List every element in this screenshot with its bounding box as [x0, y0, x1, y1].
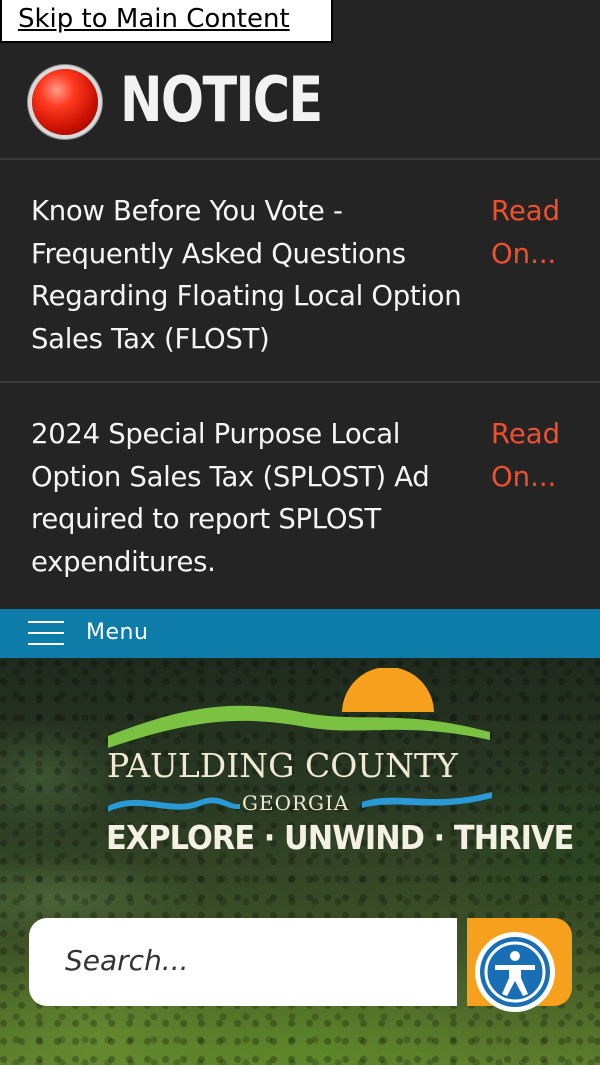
skip-to-main-content-link[interactable]: Skip to Main Content	[0, 0, 333, 43]
red-alert-dot-icon	[32, 69, 98, 135]
notice-item[interactable]: 2024 Special Purpose Local Option Sales …	[0, 385, 600, 609]
paulding-county-logo[interactable]: PAULDING COUNTY GEORGIA EXPLORE · UNWIND…	[100, 668, 574, 863]
menu-toggle-bar[interactable]: Menu	[0, 609, 600, 658]
notice-item[interactable]: Know Before You Vote - Frequently Asked …	[0, 162, 600, 383]
notice-item-text[interactable]: Know Before You Vote - Frequently Asked …	[31, 190, 483, 360]
search-input[interactable]	[65, 944, 445, 977]
accessibility-button[interactable]	[467, 918, 572, 1012]
notice-item-text[interactable]: 2024 Special Purpose Local Option Sales …	[31, 413, 483, 583]
logo-county-name: PAULDING COUNTY	[107, 746, 458, 785]
notice-title: NOTICE	[120, 63, 323, 136]
read-on-link[interactable]: Read On...	[491, 413, 591, 498]
menu-label[interactable]: Menu	[86, 620, 148, 645]
logo-tagline: EXPLORE · UNWIND · THRIVE	[106, 818, 574, 857]
read-on-link[interactable]: Read On...	[491, 190, 591, 275]
notice-header: NOTICE	[0, 43, 600, 160]
logo-state-name: GEORGIA	[242, 791, 350, 815]
search-box[interactable]	[29, 918, 457, 1006]
hamburger-icon[interactable]	[28, 621, 64, 647]
accessibility-person-icon[interactable]	[471, 928, 559, 1016]
